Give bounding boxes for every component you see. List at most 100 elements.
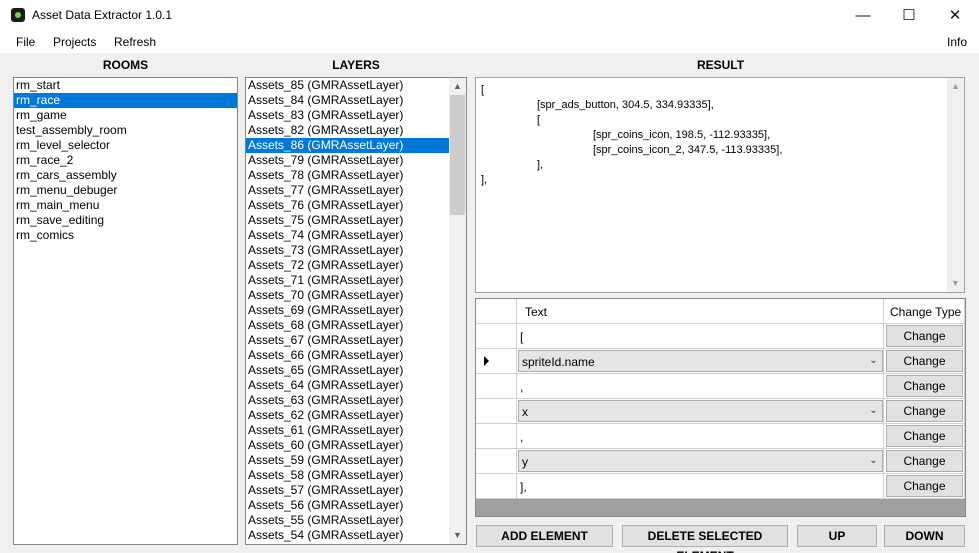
maximize-button[interactable]: ☐ (886, 0, 932, 31)
text-value[interactable]: , (520, 380, 523, 394)
room-item[interactable]: rm_main_menu (14, 198, 237, 213)
field-combobox[interactable]: x ⌄ (518, 400, 883, 422)
grid-row[interactable]: spriteId.name ⌄ Change (476, 349, 965, 374)
change-button[interactable]: Change (886, 425, 963, 447)
chevron-down-icon[interactable]: ⌄ (865, 351, 882, 371)
result-textbox[interactable]: ▲ ▼ [[spr_ads_button, 304.5, 334.93335],… (475, 77, 965, 293)
grid-row[interactable]: , Change (476, 424, 965, 449)
layer-item[interactable]: Assets_75 (GMRAssetLayer) (246, 213, 451, 228)
room-item[interactable]: rm_level_selector (14, 138, 237, 153)
result-scrollbar[interactable]: ▲ ▼ (947, 78, 964, 292)
row-header[interactable] (476, 349, 517, 374)
text-value[interactable]: , (520, 430, 523, 444)
room-item[interactable]: rm_cars_assembly (14, 168, 237, 183)
layer-item[interactable]: Assets_77 (GMRAssetLayer) (246, 183, 451, 198)
chevron-down-icon[interactable]: ⌄ (865, 401, 882, 421)
text-cell[interactable]: ], (517, 474, 884, 499)
change-button[interactable]: Change (886, 400, 963, 422)
layer-item[interactable]: Assets_68 (GMRAssetLayer) (246, 318, 451, 333)
change-button[interactable]: Change (886, 475, 963, 497)
grid-row[interactable]: ], Change (476, 474, 965, 499)
room-item[interactable]: rm_comics (14, 228, 237, 243)
layers-list[interactable]: Assets_85 (GMRAssetLayer) Assets_84 (GMRA… (245, 77, 467, 545)
grid-row[interactable]: [ Change (476, 324, 965, 349)
layer-item[interactable]: Assets_74 (GMRAssetLayer) (246, 228, 451, 243)
column-header-text[interactable]: Text (517, 299, 884, 324)
layer-item[interactable]: Assets_55 (GMRAssetLayer) (246, 513, 451, 528)
room-item[interactable]: rm_race (14, 93, 237, 108)
field-combobox[interactable]: y ⌄ (518, 450, 883, 472)
menu-projects[interactable]: Projects (53, 35, 96, 49)
row-header[interactable] (476, 324, 517, 349)
chevron-down-icon[interactable]: ⌄ (865, 451, 882, 471)
result-scroll-up-icon[interactable]: ▲ (947, 78, 964, 95)
layer-item[interactable]: Assets_54 (GMRAssetLayer) (246, 528, 451, 543)
scroll-up-icon[interactable]: ▲ (449, 78, 466, 95)
row-header[interactable] (476, 399, 517, 424)
menu-refresh[interactable]: Refresh (114, 35, 156, 49)
layer-item[interactable]: Assets_86 (GMRAssetLayer) (246, 138, 451, 153)
room-item[interactable]: rm_menu_debuger (14, 183, 237, 198)
column-header-change-type[interactable]: Change Type (884, 299, 965, 324)
layer-item[interactable]: Assets_64 (GMRAssetLayer) (246, 378, 451, 393)
layer-item[interactable]: Assets_66 (GMRAssetLayer) (246, 348, 451, 363)
room-item[interactable]: test_assembly_room (14, 123, 237, 138)
layer-item[interactable]: Assets_84 (GMRAssetLayer) (246, 93, 451, 108)
text-cell[interactable]: x ⌄ (517, 399, 884, 424)
layer-item[interactable]: Assets_73 (GMRAssetLayer) (246, 243, 451, 258)
layer-item[interactable]: Assets_71 (GMRAssetLayer) (246, 273, 451, 288)
change-button[interactable]: Change (886, 350, 963, 372)
text-cell[interactable]: y ⌄ (517, 449, 884, 474)
rooms-list[interactable]: rm_start rm_race rm_game test_assembly_room… (13, 77, 238, 545)
scroll-thumb[interactable] (450, 95, 465, 215)
layer-item[interactable]: Assets_82 (GMRAssetLayer) (246, 123, 451, 138)
row-header[interactable] (476, 474, 517, 499)
layer-item[interactable]: Assets_78 (GMRAssetLayer) (246, 168, 451, 183)
layer-item[interactable]: Assets_63 (GMRAssetLayer) (246, 393, 451, 408)
layers-scrollbar[interactable]: ▲ ▼ (449, 78, 466, 544)
layer-item[interactable]: Assets_56 (GMRAssetLayer) (246, 498, 451, 513)
layer-item[interactable]: Assets_61 (GMRAssetLayer) (246, 423, 451, 438)
change-button[interactable]: Change (886, 325, 963, 347)
close-button[interactable]: ✕ (932, 0, 978, 31)
menu-file[interactable]: File (16, 35, 35, 49)
layer-item[interactable]: Assets_67 (GMRAssetLayer) (246, 333, 451, 348)
room-item[interactable]: rm_save_editing (14, 213, 237, 228)
row-header[interactable] (476, 449, 517, 474)
layer-item[interactable]: Assets_62 (GMRAssetLayer) (246, 408, 451, 423)
grid-row[interactable]: y ⌄ Change (476, 449, 965, 474)
room-item[interactable]: rm_race_2 (14, 153, 237, 168)
layer-item[interactable]: Assets_76 (GMRAssetLayer) (246, 198, 451, 213)
layer-item[interactable]: Assets_57 (GMRAssetLayer) (246, 483, 451, 498)
field-combobox[interactable]: spriteId.name ⌄ (518, 350, 883, 372)
text-cell[interactable]: , (517, 374, 884, 399)
up-button[interactable]: UP (797, 525, 877, 547)
text-value[interactable]: [ (520, 330, 523, 344)
room-item[interactable]: rm_start (14, 78, 237, 93)
text-cell[interactable]: , (517, 424, 884, 449)
grid-row[interactable]: , Change (476, 374, 965, 399)
scroll-down-icon[interactable]: ▼ (449, 527, 466, 544)
row-header[interactable] (476, 374, 517, 399)
minimize-button[interactable]: — (840, 0, 886, 31)
change-button[interactable]: Change (886, 450, 963, 472)
elements-grid[interactable]: Text Change Type [Change spriteId.name ⌄ Ch… (475, 298, 966, 517)
layer-item[interactable]: Assets_72 (GMRAssetLayer) (246, 258, 451, 273)
result-scroll-down-icon[interactable]: ▼ (947, 275, 964, 292)
text-cell[interactable]: spriteId.name ⌄ (517, 349, 884, 374)
layer-item[interactable]: Assets_79 (GMRAssetLayer) (246, 153, 451, 168)
change-button[interactable]: Change (886, 375, 963, 397)
delete-selected-element-button[interactable]: DELETE SELECTED ELEMENT (622, 525, 788, 553)
down-button[interactable]: DOWN (884, 525, 965, 547)
layer-item[interactable]: Assets_85 (GMRAssetLayer) (246, 78, 451, 93)
row-header[interactable] (476, 424, 517, 449)
menu-info[interactable]: Info (947, 35, 967, 49)
layer-item[interactable]: Assets_83 (GMRAssetLayer) (246, 108, 451, 123)
text-cell[interactable]: [ (517, 324, 884, 349)
layer-item[interactable]: Assets_65 (GMRAssetLayer) (246, 363, 451, 378)
layer-item[interactable]: Assets_69 (GMRAssetLayer) (246, 303, 451, 318)
grid-row[interactable]: x ⌄ Change (476, 399, 965, 424)
add-element-button[interactable]: ADD ELEMENT (476, 525, 613, 547)
layer-item[interactable]: Assets_58 (GMRAssetLayer) (246, 468, 451, 483)
text-value[interactable]: ], (520, 480, 527, 494)
